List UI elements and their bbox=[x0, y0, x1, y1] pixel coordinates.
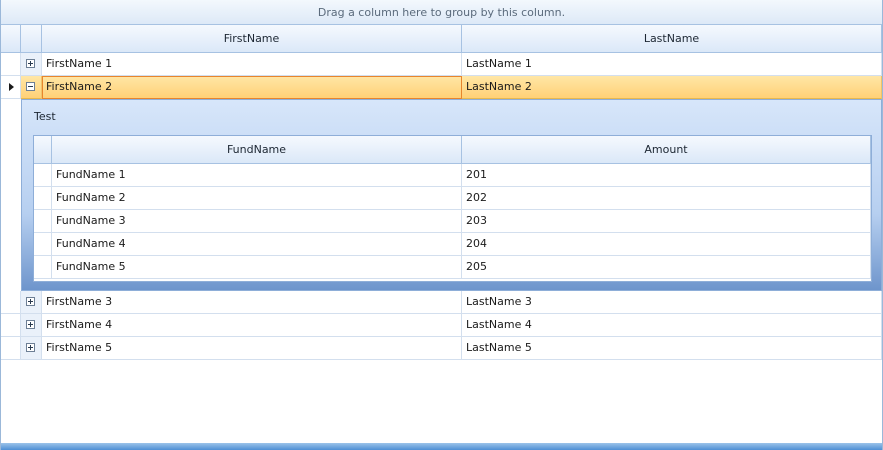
current-row-arrow-icon bbox=[9, 83, 14, 91]
detail-caption: Test bbox=[34, 110, 56, 123]
firstname-cell[interactable]: FirstName 2 bbox=[42, 76, 462, 99]
table-row[interactable]: FirstName 5 LastName 5 bbox=[1, 337, 882, 360]
lastname-cell[interactable]: LastName 2 bbox=[462, 76, 882, 99]
firstname-cell[interactable]: FirstName 4 bbox=[42, 314, 462, 337]
firstname-cell[interactable]: FirstName 1 bbox=[42, 53, 462, 76]
fundname-cell[interactable]: FundName 3 bbox=[52, 210, 462, 233]
row-expander-cell[interactable] bbox=[21, 314, 42, 337]
fundname-cell[interactable]: FundName 4 bbox=[52, 233, 462, 256]
data-grid: Drag a column here to group by this colu… bbox=[0, 0, 883, 450]
child-row-indicator-header bbox=[34, 136, 52, 164]
child-row-indicator[interactable] bbox=[34, 256, 52, 279]
row-expander-cell[interactable] bbox=[21, 76, 42, 99]
amount-cell[interactable]: 201 bbox=[462, 164, 871, 187]
amount-cell[interactable]: 205 bbox=[462, 256, 871, 279]
column-header-fundname[interactable]: FundName bbox=[52, 136, 462, 164]
fundname-cell[interactable]: FundName 2 bbox=[52, 187, 462, 210]
table-row-selected[interactable]: FirstName 2 LastName 2 bbox=[1, 76, 882, 99]
child-table-row[interactable]: FundName 5 205 bbox=[34, 256, 871, 279]
expander-header bbox=[21, 25, 42, 53]
amount-cell[interactable]: 203 bbox=[462, 210, 871, 233]
column-header-amount[interactable]: Amount bbox=[462, 136, 871, 164]
row-expander-cell[interactable] bbox=[21, 291, 42, 314]
row-indicator[interactable] bbox=[1, 76, 21, 99]
minus-expander-icon[interactable] bbox=[26, 82, 35, 91]
column-header-firstname[interactable]: FirstName bbox=[42, 25, 462, 53]
child-table-row[interactable]: FundName 1 201 bbox=[34, 164, 871, 187]
child-grid: FundName Amount FundName 1 201 FundName … bbox=[33, 135, 872, 282]
lastname-cell[interactable]: LastName 1 bbox=[462, 53, 882, 76]
child-table-row[interactable]: FundName 2 202 bbox=[34, 187, 871, 210]
group-by-panel[interactable]: Drag a column here to group by this colu… bbox=[1, 0, 882, 25]
plus-expander-icon[interactable] bbox=[26, 59, 35, 68]
column-header-lastname[interactable]: LastName bbox=[462, 25, 882, 53]
fundname-cell[interactable]: FundName 1 bbox=[52, 164, 462, 187]
row-expander-cell[interactable] bbox=[21, 53, 42, 76]
child-row-indicator[interactable] bbox=[34, 187, 52, 210]
table-row[interactable]: FirstName 3 LastName 3 bbox=[1, 291, 882, 314]
plus-expander-icon[interactable] bbox=[26, 320, 35, 329]
child-column-header-row: FundName Amount bbox=[34, 136, 871, 164]
row-indicator[interactable] bbox=[1, 291, 21, 314]
child-detail-panel: Test FundName Amount FundName 1 201 Fund… bbox=[21, 99, 882, 291]
lastname-cell[interactable]: LastName 4 bbox=[462, 314, 882, 337]
child-row-indicator[interactable] bbox=[34, 210, 52, 233]
table-row[interactable]: FirstName 4 LastName 4 bbox=[1, 314, 882, 337]
child-table-row[interactable]: FundName 3 203 bbox=[34, 210, 871, 233]
amount-cell[interactable]: 204 bbox=[462, 233, 871, 256]
child-table-row[interactable]: FundName 4 204 bbox=[34, 233, 871, 256]
row-indicator-header bbox=[1, 25, 21, 53]
row-expander-cell[interactable] bbox=[21, 337, 42, 360]
row-indicator[interactable] bbox=[1, 53, 21, 76]
firstname-cell[interactable]: FirstName 5 bbox=[42, 337, 462, 360]
row-indicator[interactable] bbox=[1, 314, 21, 337]
child-row-indicator[interactable] bbox=[34, 233, 52, 256]
table-row[interactable]: FirstName 1 LastName 1 bbox=[1, 53, 882, 76]
amount-cell[interactable]: 202 bbox=[462, 187, 871, 210]
firstname-cell[interactable]: FirstName 3 bbox=[42, 291, 462, 314]
lastname-cell[interactable]: LastName 5 bbox=[462, 337, 882, 360]
fundname-cell[interactable]: FundName 5 bbox=[52, 256, 462, 279]
plus-expander-icon[interactable] bbox=[26, 297, 35, 306]
plus-expander-icon[interactable] bbox=[26, 343, 35, 352]
column-header-row: FirstName LastName bbox=[1, 25, 882, 53]
row-indicator[interactable] bbox=[1, 337, 21, 360]
lastname-cell[interactable]: LastName 3 bbox=[462, 291, 882, 314]
child-row-indicator[interactable] bbox=[34, 164, 52, 187]
grid-bottom-bar bbox=[1, 443, 882, 450]
